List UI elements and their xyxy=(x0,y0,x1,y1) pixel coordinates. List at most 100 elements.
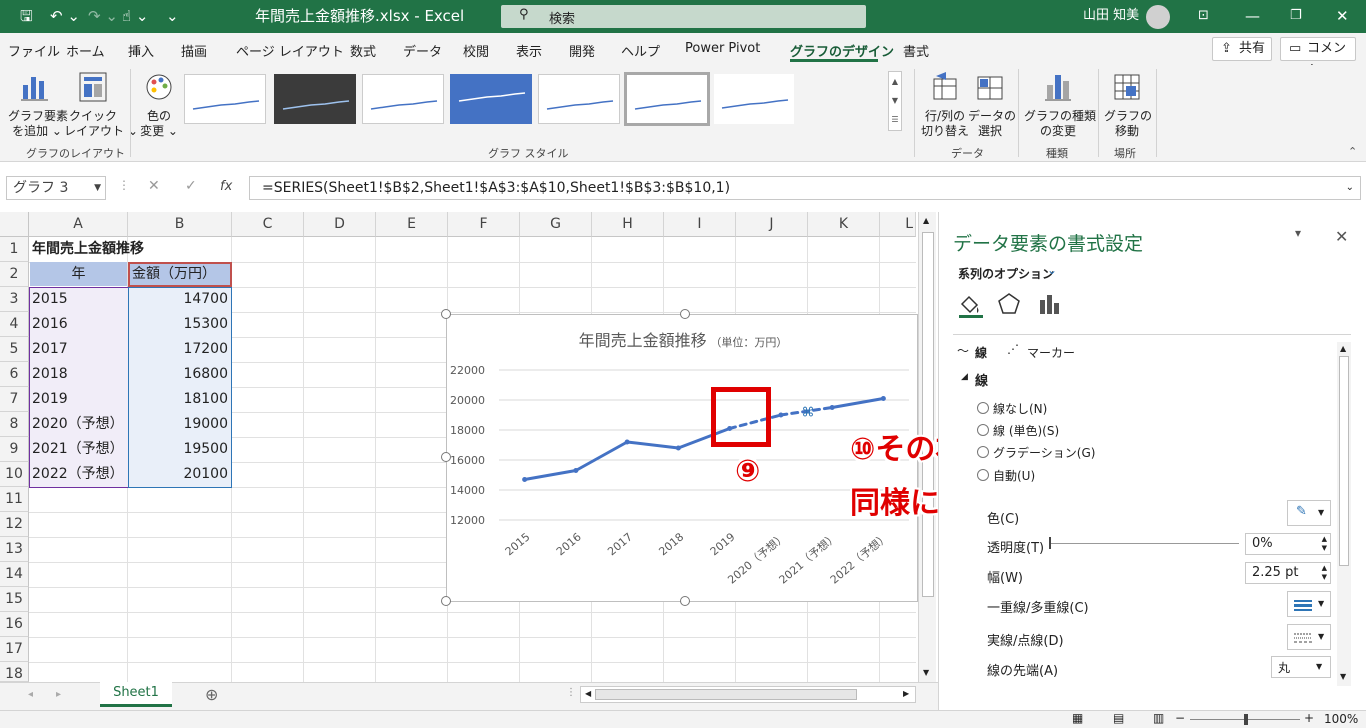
prev-sheet-icon[interactable]: ◂ xyxy=(28,689,33,700)
data-point[interactable] xyxy=(675,445,681,451)
scroll-down-icon[interactable]: ▼ xyxy=(923,668,929,677)
change-colors-button[interactable]: 色の 変更 ⌄ xyxy=(136,69,182,141)
ribbon-display-icon[interactable]: ⊡ xyxy=(1198,6,1209,26)
row-header[interactable]: 5 xyxy=(0,337,29,362)
row-header[interactable]: 1 xyxy=(0,237,29,262)
avatar[interactable] xyxy=(1146,5,1170,29)
touch-mode-icon[interactable]: ☝ ⌄ xyxy=(122,6,148,26)
line-tab[interactable]: 線 xyxy=(975,344,987,361)
effects-icon[interactable] xyxy=(997,292,1021,316)
row-header[interactable]: 12 xyxy=(0,512,29,537)
chart-style-6-selected[interactable] xyxy=(624,72,710,126)
gallery-down-icon[interactable]: ▼ xyxy=(889,91,901,110)
tab-home[interactable]: ホーム xyxy=(66,41,105,60)
zoom-level[interactable]: 100% xyxy=(1324,712,1358,726)
search-box[interactable]: ⚲ 検索 xyxy=(501,5,866,28)
tab-formulas[interactable]: 数式 xyxy=(350,41,376,60)
chart-resize-handle[interactable] xyxy=(441,309,451,319)
row-header[interactable]: 16 xyxy=(0,612,29,637)
zoom-slider[interactable] xyxy=(1190,714,1300,725)
section-line[interactable]: 線 xyxy=(975,370,988,389)
tab-page-layout[interactable]: ページ レイアウト xyxy=(236,41,344,60)
series-options-icon[interactable] xyxy=(1037,292,1061,316)
series-segment[interactable] xyxy=(523,469,578,481)
customize-qat-icon[interactable]: ⌄ xyxy=(166,6,179,26)
tab-insert[interactable]: 挿入 xyxy=(128,41,154,60)
chart-plot-area[interactable]: 12000 14000 16000 18000 20000 22000 2015 2016 20… xyxy=(447,315,919,603)
data-point[interactable] xyxy=(880,396,886,401)
column-header[interactable]: K xyxy=(808,212,880,237)
data-point[interactable] xyxy=(778,412,784,418)
transparency-input[interactable]: 0% ▲ ▼ xyxy=(1245,533,1331,555)
row-header[interactable]: 10 xyxy=(0,462,29,487)
column-header[interactable]: A xyxy=(29,212,128,237)
undo-icon[interactable]: ↶ ⌄ xyxy=(50,6,80,26)
gradient-line-radio[interactable] xyxy=(977,446,989,458)
column-header[interactable]: I xyxy=(664,212,736,237)
column-header[interactable]: D xyxy=(304,212,376,237)
chart-object[interactable]: 年間売上金額推移 （単位：万円） 12000 14000 16000 18000 200… xyxy=(446,314,918,602)
row-header[interactable]: 14 xyxy=(0,562,29,587)
data-point[interactable] xyxy=(573,468,579,473)
chart-style-5[interactable] xyxy=(538,74,620,124)
pane-scroll-down-icon[interactable]: ▼ xyxy=(1340,672,1346,681)
select-data-button[interactable]: データの 選択 xyxy=(968,69,1016,141)
selected-point-handle[interactable]: ⌘ xyxy=(802,405,815,420)
no-line-radio[interactable] xyxy=(977,402,989,414)
column-header[interactable]: E xyxy=(376,212,448,237)
fill-line-icon[interactable] xyxy=(957,292,983,318)
pane-scroll-thumb[interactable] xyxy=(1339,356,1349,566)
cancel-icon[interactable]: ✕ xyxy=(148,178,160,194)
expand-formula-icon[interactable]: ⌄ xyxy=(1346,177,1354,199)
data-point[interactable] xyxy=(829,405,835,410)
data-point[interactable] xyxy=(624,439,630,445)
share-button[interactable]: ⇪ 共有 xyxy=(1212,37,1272,61)
style-gallery-scroll[interactable]: ▲ ▼ ☰ xyxy=(888,71,902,131)
column-header[interactable]: J xyxy=(736,212,808,237)
chart-style-7[interactable] xyxy=(714,74,794,124)
transparency-slider-thumb[interactable] xyxy=(1049,537,1051,549)
row-header[interactable]: 3 xyxy=(0,287,29,312)
row-header[interactable]: 18 xyxy=(0,662,29,682)
row-header[interactable]: 4 xyxy=(0,312,29,337)
chart-style-4[interactable] xyxy=(450,74,532,124)
select-all-corner[interactable] xyxy=(0,212,29,237)
line-tab-icon[interactable]: 〜 xyxy=(957,342,969,359)
quick-layout-button[interactable]: クイック レイアウト ⌄ xyxy=(64,69,138,141)
data-point[interactable] xyxy=(522,477,528,482)
collapse-ribbon-icon[interactable]: ⌃ xyxy=(1348,145,1357,158)
chart-resize-handle[interactable] xyxy=(680,596,690,606)
tab-help[interactable]: ヘルプ xyxy=(621,41,660,60)
formula-input[interactable]: =SERIES(Sheet1!$B$2,Sheet1!$A$3:$A$10,Sh… xyxy=(249,176,1361,200)
chart-resize-handle[interactable] xyxy=(680,309,690,319)
row-header[interactable]: 6 xyxy=(0,362,29,387)
save-icon[interactable]: 🖫 xyxy=(20,6,33,26)
tab-review[interactable]: 校閲 xyxy=(463,41,489,60)
transparency-slider[interactable] xyxy=(1049,537,1239,549)
collapse-triangle-icon[interactable]: ◢ xyxy=(961,372,968,382)
page-break-view-icon[interactable]: ▥ xyxy=(1153,711,1164,725)
column-header[interactable]: B xyxy=(128,212,232,237)
next-sheet-icon[interactable]: ▸ xyxy=(56,689,61,700)
chart-resize-handle[interactable] xyxy=(441,452,451,462)
tab-file[interactable]: ファイル xyxy=(8,41,60,60)
close-icon[interactable]: ✕ xyxy=(1336,6,1349,26)
marker-tab[interactable]: マーカー xyxy=(1027,344,1075,361)
sheet-tab-sheet1[interactable]: Sheet1 xyxy=(100,682,172,707)
pane-options-icon[interactable]: ▾ xyxy=(1295,226,1301,240)
tab-power-pivot[interactable]: Power Pivot xyxy=(685,41,760,56)
row-header[interactable]: 15 xyxy=(0,587,29,612)
zoom-in-icon[interactable]: + xyxy=(1304,711,1314,725)
tab-format[interactable]: 書式 xyxy=(903,41,929,60)
page-layout-view-icon[interactable]: ▤ xyxy=(1113,711,1124,725)
worksheet-grid[interactable]: A B C D E F G H I J K L 1 2 3 4 5 6 7 8 … xyxy=(0,212,938,682)
chart-style-1[interactable] xyxy=(184,74,266,124)
tab-chart-design[interactable]: グラフのデザイン xyxy=(790,41,894,60)
pane-scroll-up-icon[interactable]: ▲ xyxy=(1340,344,1346,353)
change-chart-type-button[interactable]: グラフの種類 の変更 xyxy=(1024,69,1096,141)
cap-type-dropdown[interactable]: 丸 ▼ xyxy=(1271,656,1331,678)
chart-resize-handle[interactable] xyxy=(441,596,451,606)
tab-draw[interactable]: 描画 xyxy=(181,41,207,60)
horizontal-scroll-thumb[interactable] xyxy=(595,689,857,700)
spin-arrows-icon[interactable]: ▲ ▼ xyxy=(1322,535,1327,553)
